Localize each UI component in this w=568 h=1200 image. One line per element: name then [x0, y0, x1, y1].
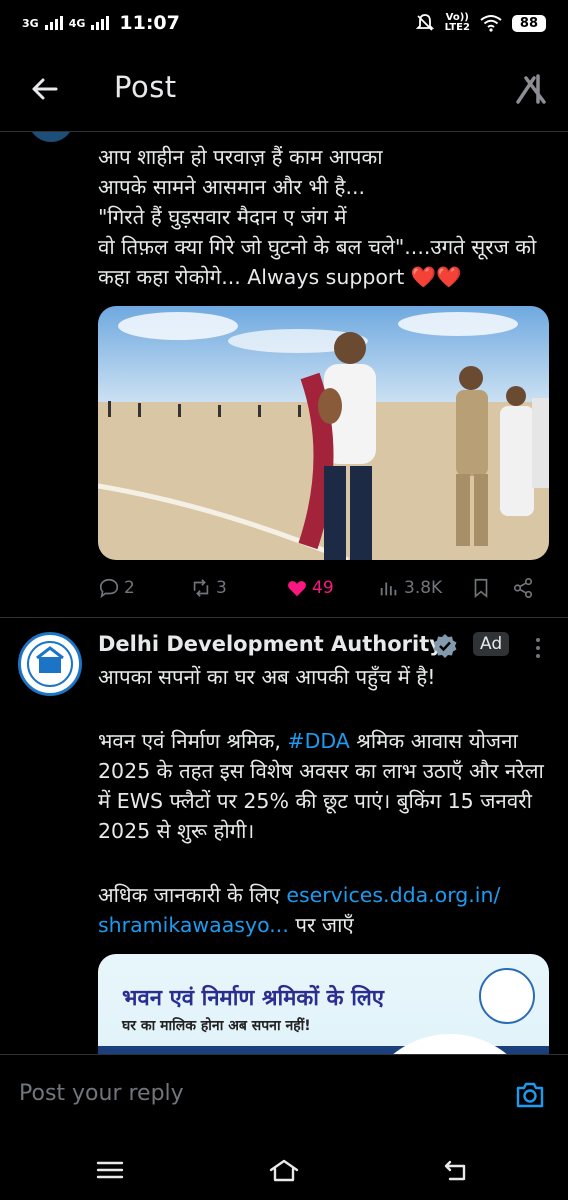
avatar[interactable]	[18, 632, 82, 696]
dda-logo-icon	[479, 968, 535, 1024]
ad-body: भवन एवं निर्माण श्रमिक, #DDA श्रमिक आवास…	[98, 726, 548, 846]
home-icon[interactable]	[268, 1154, 300, 1186]
views-chart-icon	[380, 582, 397, 596]
hashtag-link[interactable]: #DDA	[287, 729, 349, 753]
dda-logo-icon	[27, 641, 73, 687]
reply-icon	[99, 578, 119, 599]
like-count: 49	[312, 578, 334, 598]
heart-icon	[288, 581, 306, 597]
back-arrow-icon[interactable]	[28, 72, 62, 106]
wifi-icon	[480, 15, 502, 32]
silent-bell-icon	[415, 14, 434, 31]
battery-indicator: 88	[511, 14, 546, 32]
back-nav-icon[interactable]	[440, 1154, 472, 1186]
account-name[interactable]: Delhi Development Authority	[98, 632, 443, 656]
more-options-icon[interactable]	[528, 636, 548, 660]
ad-headline: आपका सपनों का घर अब आपकी पहुँच में है!	[98, 665, 436, 689]
network-4g-label: 4G	[68, 16, 86, 30]
ad-badge: Ad	[473, 632, 510, 656]
menu-icon[interactable]	[94, 1154, 126, 1186]
repost-count: 3	[216, 578, 227, 598]
ad-more-text: पर जाएँ	[288, 913, 354, 937]
like-button[interactable]: 49	[286, 577, 334, 599]
share-button[interactable]	[512, 577, 534, 599]
post-feed[interactable]: आप शाहीन हो परवाज़ हैं काम आपका आपके साम…	[0, 132, 568, 1054]
system-nav-bar	[0, 1138, 568, 1200]
bookmark-icon	[474, 578, 488, 599]
network-3g-label: 3G	[22, 16, 39, 30]
view-count: 3.8K	[404, 578, 443, 598]
page-title: Post	[114, 70, 177, 104]
photo-content	[98, 306, 549, 560]
ad-image-card[interactable]: भवन एवं निर्माण श्रमिकों के लिए घर का मा…	[98, 954, 549, 1054]
status-bar: 3G 4G 11:07 Vo)) LTE2 88	[0, 0, 568, 46]
ad-card-subheading: घर का मालिक होना अब सपना नहीं!	[122, 1018, 311, 1034]
post-header: Post	[0, 46, 568, 132]
clock: 11:07	[119, 12, 180, 34]
avatar[interactable]	[28, 132, 74, 142]
reply-count: 2	[124, 578, 135, 598]
volte-top-label: Vo))	[445, 11, 469, 23]
ad-more-info: अधिक जानकारी के लिए eservices.dda.org.in…	[98, 880, 548, 940]
camera-icon[interactable]	[514, 1079, 546, 1111]
reply-button[interactable]: 2	[98, 577, 135, 599]
tweet-text: आप शाहीन हो परवाज़ हैं काम आपका आपके साम…	[98, 145, 537, 289]
bookmark-button[interactable]	[470, 577, 492, 599]
tweet-actions: 2 3 49 3.8K	[98, 572, 548, 604]
share-icon	[513, 578, 533, 598]
repost-button[interactable]: 3	[190, 577, 227, 599]
reply-bar: Post your reply	[0, 1054, 568, 1138]
volte-indicator: Vo)) LTE2	[444, 11, 470, 34]
verified-badge-icon	[433, 634, 457, 658]
ad-card-heading: भवन एवं निर्माण श्रमिकों के लिए	[122, 986, 384, 1011]
signal-icon	[44, 16, 63, 30]
tweet-photo[interactable]	[98, 306, 549, 560]
reply-input[interactable]: Post your reply	[19, 1081, 184, 1106]
repost-icon	[193, 579, 209, 597]
ad-body-text: भवन एवं निर्माण श्रमिक,	[98, 729, 288, 753]
volte-bottom-label: LTE2	[444, 22, 470, 33]
ad-more-text: अधिक जानकारी के लिए	[98, 883, 287, 907]
views-button[interactable]: 3.8K	[378, 577, 442, 599]
signal-icon	[91, 16, 110, 30]
grok-icon[interactable]	[514, 72, 548, 106]
post-divider	[0, 617, 568, 618]
